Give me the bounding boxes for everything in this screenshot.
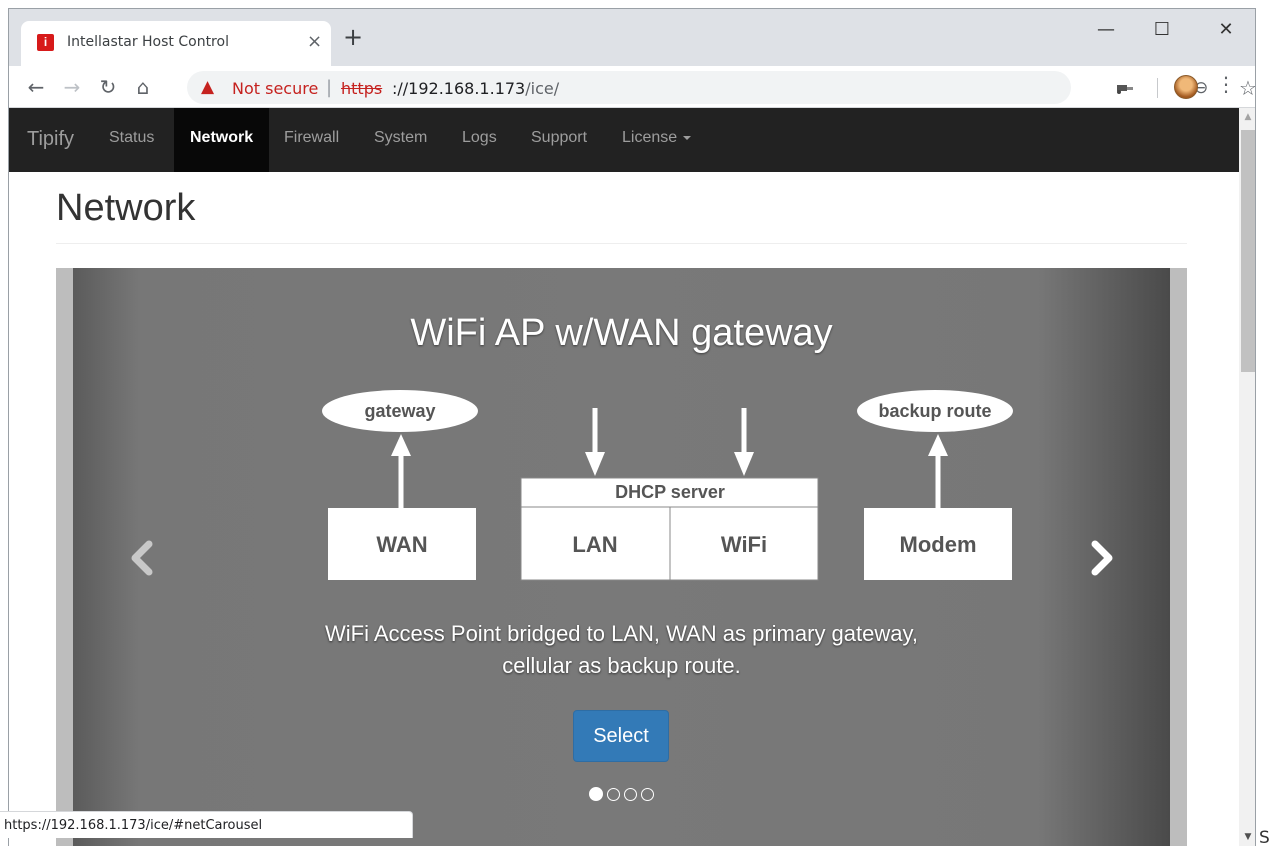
browser-tab[interactable]: i Intellastar Host Control × <box>21 21 331 66</box>
modem-arrowhead <box>928 434 948 456</box>
favicon-icon: i <box>37 34 54 51</box>
minimize-button[interactable]: — <box>1083 15 1129 45</box>
forward-arrow-icon[interactable]: → <box>57 72 87 102</box>
nav-item-logs[interactable]: Logs <box>462 108 497 172</box>
url-scheme: https <box>341 79 383 98</box>
bookmark-star-icon[interactable]: ☆ <box>1239 76 1255 100</box>
tab-title: Intellastar Host Control <box>67 34 229 50</box>
carousel-indicators <box>73 787 1170 801</box>
scroll-thumb[interactable] <box>1241 130 1255 372</box>
home-icon[interactable]: ⌂ <box>128 72 158 102</box>
tab-strip: i Intellastar Host Control × + — ☐ ✕ <box>9 9 1255 66</box>
profile-avatar[interactable] <box>1174 75 1198 99</box>
extension-icon[interactable] <box>1115 81 1135 95</box>
maximize-button[interactable]: ☐ <box>1139 15 1185 45</box>
site-navbar: Tipify Status Network Firewall System Lo… <box>9 108 1239 172</box>
back-arrow-icon[interactable]: ← <box>21 72 51 102</box>
browser-menu-icon[interactable]: ⋮ <box>1216 72 1236 96</box>
nav-license-label: License <box>622 129 678 146</box>
wifi-down-arrowhead <box>734 452 754 476</box>
close-window-button[interactable]: ✕ <box>1203 15 1249 45</box>
navbar-brand[interactable]: Tipify <box>27 128 74 151</box>
lan-label: LAN <box>572 532 617 557</box>
new-tab-button[interactable]: + <box>343 25 363 49</box>
url-path: /ice/ <box>525 79 560 98</box>
edge-text: S <box>1259 828 1270 846</box>
status-url-bubble: https://192.168.1.173/ice/#netCarousel <box>0 811 413 838</box>
tab-close-icon[interactable]: × <box>307 31 322 52</box>
network-diagram: gateway WAN DHCP server LAN WiFi backup … <box>322 390 1013 581</box>
title-divider <box>56 243 1187 244</box>
page-scrollbar[interactable]: ▲ ▼ <box>1239 108 1255 846</box>
url-separator: | <box>326 77 333 98</box>
nav-item-status[interactable]: Status <box>109 108 154 172</box>
dhcp-label: DHCP server <box>615 482 725 502</box>
address-bar[interactable]: ▲ Not secure | https ://192.168.1.173/ic… <box>187 71 1255 104</box>
url-text: ://192.168.1.173/ice/ <box>392 79 559 98</box>
reload-icon[interactable]: ↻ <box>93 72 123 102</box>
wifi-label: WiFi <box>721 532 767 557</box>
url-host: ://192.168.1.173 <box>392 79 526 98</box>
security-indicator[interactable]: Not secure <box>232 79 318 98</box>
lan-down-arrowhead <box>585 452 605 476</box>
modem-label: Modem <box>900 532 977 557</box>
scroll-down-arrow-icon[interactable]: ▼ <box>1239 832 1255 842</box>
carousel-slide: WiFi AP w/WAN gateway gateway WAN DHCP s… <box>73 268 1170 846</box>
carousel-indicator-3[interactable] <box>624 788 637 801</box>
nav-item-license[interactable]: License <box>622 108 692 172</box>
nav-item-firewall[interactable]: Firewall <box>284 108 339 172</box>
browser-window: i Intellastar Host Control × + — ☐ ✕ ← →… <box>8 8 1256 846</box>
slide-caption: WiFi Access Point bridged to LAN, WAN as… <box>73 618 1170 682</box>
carousel-indicator-2[interactable] <box>607 788 620 801</box>
caption-line-2: cellular as backup route. <box>502 653 741 678</box>
page-viewport: Tipify Status Network Firewall System Lo… <box>9 108 1239 846</box>
slide-title: WiFi AP w/WAN gateway <box>410 312 833 354</box>
wan-label: WAN <box>376 532 427 557</box>
page-title: Network <box>56 187 196 229</box>
carousel-indicator-1[interactable] <box>589 787 603 801</box>
warning-triangle-icon: ▲ <box>201 77 215 97</box>
nav-item-support[interactable]: Support <box>531 108 587 172</box>
carousel-indicator-4[interactable] <box>641 788 654 801</box>
scroll-up-arrow-icon[interactable]: ▲ <box>1239 112 1255 122</box>
toolbar-divider <box>1157 78 1158 98</box>
select-button[interactable]: Select <box>573 710 669 762</box>
wan-arrowhead <box>391 434 411 456</box>
backup-route-label: backup route <box>878 401 991 421</box>
carousel-next-chevron-icon[interactable] <box>1081 538 1121 578</box>
network-carousel: WiFi AP w/WAN gateway gateway WAN DHCP s… <box>56 268 1187 846</box>
gateway-label: gateway <box>364 401 435 421</box>
dropdown-caret-icon <box>683 135 692 140</box>
nav-item-system[interactable]: System <box>374 108 427 172</box>
nav-item-network[interactable]: Network <box>174 108 270 172</box>
browser-toolbar: ← → ↻ ⌂ ▲ Not secure | https ://192.168.… <box>9 66 1255 108</box>
caption-line-1: WiFi Access Point bridged to LAN, WAN as… <box>325 621 918 646</box>
carousel-prev-chevron-icon[interactable] <box>123 538 163 578</box>
